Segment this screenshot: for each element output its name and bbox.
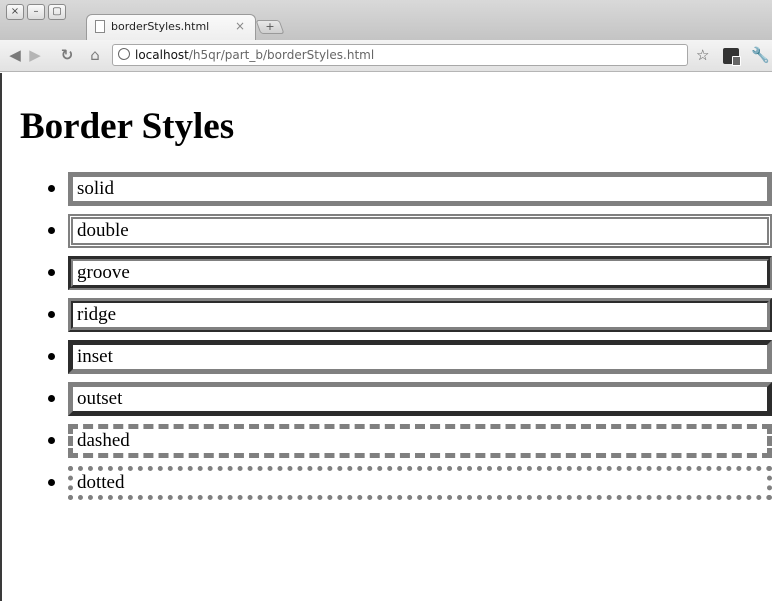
list-item: outset	[2, 382, 772, 424]
bullet-icon	[48, 227, 55, 234]
browser-toolbar: ◀ ▶ ↻ ⌂ localhost/h5qr/part_b/borderStyl…	[0, 40, 772, 72]
list-item: ridge	[2, 298, 772, 340]
ridge-border-box: ridge	[68, 298, 772, 332]
new-tab-button[interactable]: +	[255, 20, 285, 34]
page-info-icon[interactable]	[118, 48, 130, 60]
window-controls: × – ▢	[6, 4, 66, 20]
url-host: localhost	[135, 48, 189, 62]
bullet-icon	[48, 269, 55, 276]
solid-border-box: solid	[68, 172, 772, 206]
list-item: double	[2, 214, 772, 256]
groove-border-box: groove	[68, 256, 772, 290]
url-path: /h5qr/part_b/borderStyles.html	[188, 48, 375, 62]
bullet-icon	[48, 437, 55, 444]
title-bar: × – ▢ borderStyles.html × +	[0, 0, 772, 40]
back-arrow-icon[interactable]: ◀	[6, 46, 24, 64]
bullet-icon	[48, 185, 55, 192]
list-item: dashed	[2, 424, 772, 466]
list-item: solid	[2, 172, 772, 214]
forward-arrow-icon[interactable]: ▶	[26, 46, 44, 64]
border-style-list: solid double groove ridge inset outset d…	[2, 172, 772, 508]
document-icon	[95, 20, 105, 33]
bookmark-star-icon[interactable]: ☆	[696, 46, 709, 64]
close-window-button[interactable]: ×	[6, 4, 24, 20]
outset-border-box: outset	[68, 382, 772, 416]
list-item: dotted	[2, 466, 772, 508]
list-item: inset	[2, 340, 772, 382]
page-heading: Border Styles	[20, 106, 235, 147]
page-content: Border Styles solid double groove ridge …	[0, 73, 772, 601]
tab-title: borderStyles.html	[111, 20, 210, 33]
bullet-icon	[48, 479, 55, 486]
list-item: groove	[2, 256, 772, 298]
bullet-icon	[48, 395, 55, 402]
minimize-window-button[interactable]: –	[27, 4, 45, 20]
extension-icon[interactable]	[723, 48, 741, 66]
plus-icon: +	[265, 20, 275, 33]
url-text: localhost/h5qr/part_b/borderStyles.html	[135, 48, 374, 62]
address-bar[interactable]: localhost/h5qr/part_b/borderStyles.html	[112, 44, 688, 66]
reload-icon[interactable]: ↻	[58, 46, 76, 64]
tab-close-icon[interactable]: ×	[235, 19, 245, 33]
home-icon[interactable]: ⌂	[86, 46, 104, 64]
inset-border-box: inset	[68, 340, 772, 374]
bullet-icon	[48, 353, 55, 360]
wrench-menu-icon[interactable]: 🔧	[751, 46, 770, 64]
tab-active[interactable]: borderStyles.html ×	[86, 14, 256, 40]
double-border-box: double	[68, 214, 772, 248]
maximize-window-button[interactable]: ▢	[48, 4, 66, 20]
browser-window: × – ▢ borderStyles.html × + ◀ ▶ ↻ ⌂ loca…	[0, 0, 772, 601]
dotted-border-box: dotted	[68, 466, 772, 500]
bullet-icon	[48, 311, 55, 318]
dashed-border-box: dashed	[68, 424, 772, 458]
